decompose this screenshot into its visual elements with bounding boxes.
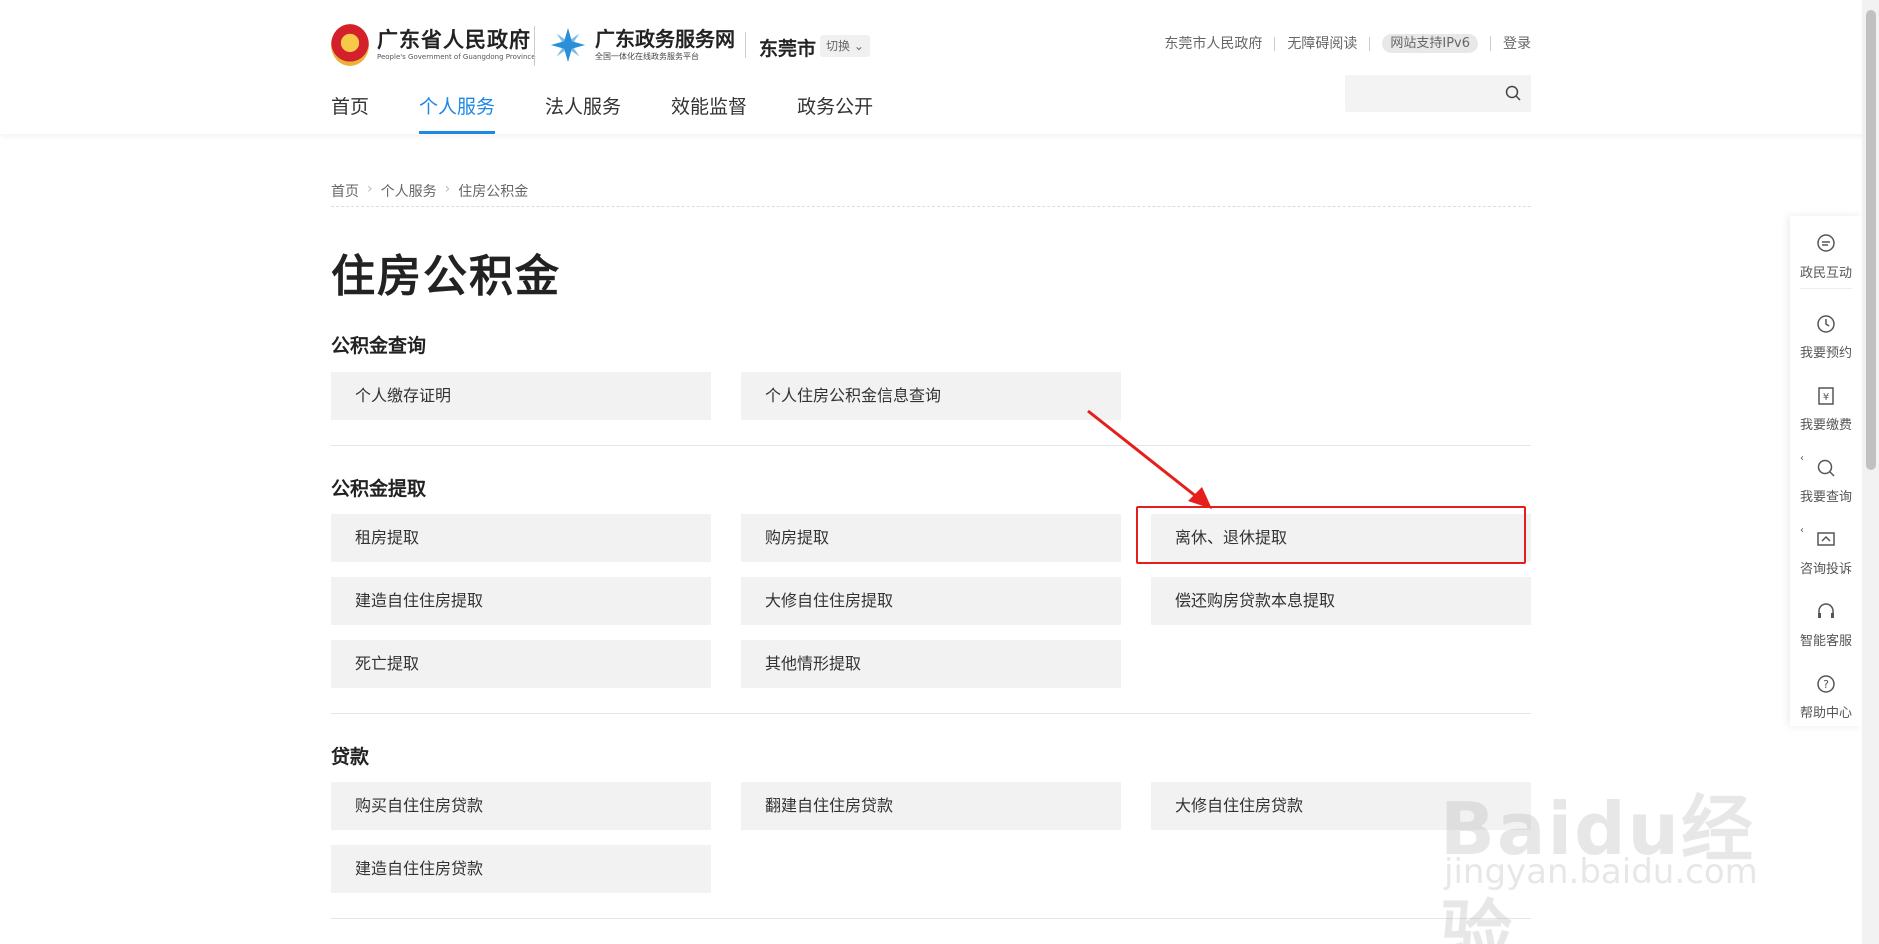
nav-personal-service[interactable]: 个人服务 [419, 92, 496, 134]
svg-text:¥: ¥ [1823, 392, 1829, 403]
switch-label: 切换 [826, 39, 851, 53]
nav-corporate-service[interactable]: 法人服务 [545, 92, 621, 134]
clock-icon [1817, 315, 1835, 333]
search-icon[interactable] [1505, 85, 1521, 101]
service-star-icon [550, 27, 586, 63]
gov-name-en: People's Government of Guangdong Provinc… [377, 53, 536, 61]
help-icon: ? [1817, 675, 1835, 693]
float-item-appointment[interactable]: 我要预约 [1790, 298, 1862, 368]
main-nav: 首页 个人服务 法人服务 效能监督 政务公开 [331, 92, 923, 134]
float-label: 我要缴费 [1799, 418, 1852, 433]
float-label: 智能客服 [1799, 634, 1852, 649]
search-box [1345, 75, 1531, 112]
service-card[interactable]: 其他情形提取 [741, 640, 1121, 688]
float-label: 我要预约 [1799, 346, 1852, 361]
nav-home[interactable]: 首页 [331, 92, 369, 134]
watermark-url: jingyan.baidu.com [1444, 852, 1758, 892]
service-card[interactable]: 建造自住住房贷款 [331, 845, 711, 893]
nav-gov-affairs-public[interactable]: 政务公开 [797, 92, 873, 134]
service-card[interactable]: 购房提取 [741, 514, 1121, 562]
float-label: 咨询投诉 [1799, 562, 1852, 577]
site-header: 广东省人民政府 People's Government of Guangdong… [0, 0, 1879, 134]
service-card[interactable]: 购买自住住房贷款 [331, 782, 711, 830]
section-title: 公积金查询 [331, 335, 427, 357]
service-name: 广东政务服务网 [595, 27, 735, 51]
section-title: 公积金提取 [331, 478, 427, 500]
breadcrumb: 首页 › 个人服务 › 住房公积金 [331, 181, 528, 201]
message-box-icon [1817, 532, 1835, 546]
chat-bubble-icon [1817, 234, 1835, 252]
service-card[interactable]: 个人住房公积金信息查询 [741, 372, 1121, 420]
float-label: 我要查询 [1799, 490, 1852, 505]
gov-name: 广东省人民政府 [377, 28, 531, 52]
service-subtitle: 全国一体化在线政务服务平台 [595, 52, 699, 61]
caret-left-icon: ‹ [1800, 453, 1804, 464]
service-card[interactable]: 翻建自住住房贷款 [741, 782, 1121, 830]
search-icon [1817, 459, 1835, 477]
link-city-gov[interactable]: 东莞市人民政府 [1152, 36, 1276, 51]
city-switch-button[interactable]: 切换 ⌄ [820, 35, 870, 57]
city-name: 东莞市 [759, 38, 817, 60]
top-links: 东莞市人民政府 无障碍阅读 网站支持IPv6 登录 [1152, 34, 1531, 53]
float-item-ai-service[interactable]: 智能客服 [1790, 586, 1862, 656]
watermark: Baidu经验 jingyan.baidu.com [1440, 740, 1780, 944]
ipv6-badge: 网站支持IPv6 [1382, 34, 1478, 53]
float-item-interaction[interactable]: 政民互动 [1790, 218, 1862, 288]
page-title: 住房公积金 [331, 251, 561, 302]
scrollbar-thumb[interactable] [1866, 10, 1876, 470]
divider [1800, 288, 1852, 289]
breadcrumb-home[interactable]: 首页 [331, 181, 359, 201]
float-item-help[interactable]: ? 帮助中心 [1790, 658, 1862, 728]
yuan-icon: ¥ [1818, 387, 1834, 405]
caret-left-icon: ‹ [1800, 525, 1804, 536]
annotation-arrow-icon [1087, 409, 1212, 509]
service-card[interactable]: 死亡提取 [331, 640, 711, 688]
section-title: 贷款 [331, 746, 370, 768]
nav-efficiency-supervision[interactable]: 效能监督 [671, 92, 747, 134]
service-card[interactable]: 个人缴存证明 [331, 372, 711, 420]
chevron-right-icon: › [367, 181, 373, 197]
search-input[interactable] [1345, 75, 1495, 112]
service-card[interactable]: 建造自住住房提取 [331, 577, 711, 625]
headset-icon [1818, 603, 1834, 618]
svg-text:?: ? [1823, 678, 1829, 691]
gov-logo[interactable]: 广东省人民政府 People's Government of Guangdong… [331, 24, 536, 66]
chevron-down-icon: ⌄ [850, 39, 864, 53]
service-card[interactable]: 偿还购房贷款本息提取 [1151, 577, 1531, 625]
float-item-payment[interactable]: ¥ 我要缴费 [1790, 370, 1862, 440]
float-label: 帮助中心 [1799, 706, 1852, 721]
floating-toolbar: 政民互动 我要预约 ¥ 我要缴费 我要查询 咨询投诉 智能客服 ? 帮助中心 [1790, 216, 1862, 726]
ipv6-badge-wrap: 网站支持IPv6 [1370, 34, 1491, 53]
divider [331, 206, 1531, 207]
breadcrumb-current: 住房公积金 [458, 184, 529, 200]
login-link[interactable]: 登录 [1491, 37, 1531, 51]
section-divider [331, 445, 1531, 446]
divider [745, 32, 746, 58]
divider [534, 26, 535, 66]
chevron-right-icon: › [444, 181, 451, 197]
service-logo[interactable]: 广东政务服务网 全国一体化在线政务服务平台 [549, 26, 735, 64]
service-card[interactable]: 大修自住住房提取 [741, 577, 1121, 625]
section-divider [331, 713, 1531, 714]
float-label: 政民互动 [1799, 266, 1852, 281]
section-divider [331, 918, 1531, 919]
national-emblem-icon [331, 24, 369, 66]
link-accessibility[interactable]: 无障碍阅读 [1275, 36, 1371, 51]
breadcrumb-personal[interactable]: 个人服务 [381, 181, 437, 201]
service-card[interactable]: 租房提取 [331, 514, 711, 562]
